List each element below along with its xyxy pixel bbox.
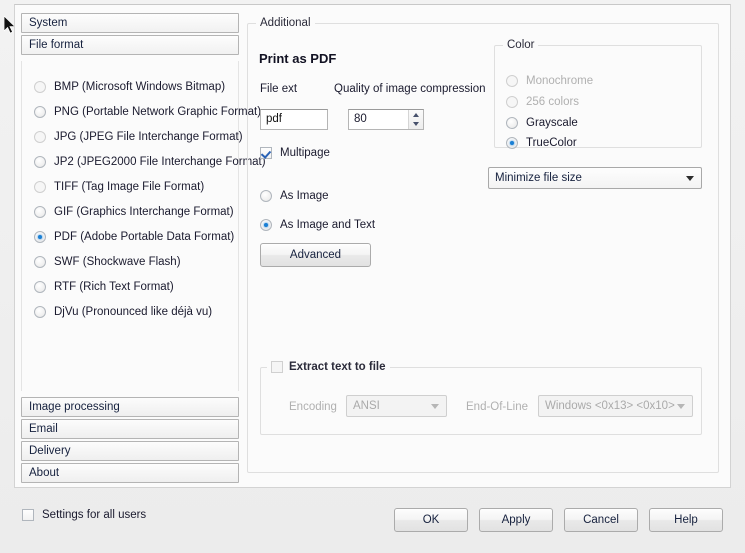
format-option-swf[interactable]: SWF (Shockwave Flash) [34,254,181,270]
format-option-rtf[interactable]: RTF (Rich Text Format) [34,279,174,295]
radio-icon[interactable] [34,81,46,93]
color-option-label: 256 colors [526,96,580,108]
format-label: PDF (Adobe Portable Data Format) [54,231,235,243]
radio-icon[interactable] [34,156,46,168]
format-option-bmp[interactable]: BMP (Microsoft Windows Bitmap) [34,79,225,95]
checkbox-icon[interactable] [260,147,272,159]
settings-for-all-users-checkbox[interactable]: Settings for all users [22,509,146,521]
additional-group-title: Additional [256,17,315,29]
format-label: TIFF (Tag Image File Format) [54,181,205,193]
radio-icon[interactable] [34,106,46,118]
radio-icon[interactable] [34,131,46,143]
advanced-button[interactable]: Advanced [260,243,371,267]
help-button[interactable]: Help [649,508,723,532]
chevron-down-icon [686,176,694,181]
sidebar: System File format BMP (Microsoft Window… [15,5,266,487]
file-size-mode-value: Minimize file size [495,172,582,184]
checkbox-icon[interactable] [22,509,34,521]
format-label: GIF (Graphics Interchange Format) [54,206,234,218]
color-option-label: TrueColor [526,137,577,149]
format-option-jp2[interactable]: JP2 (JPEG2000 File Interchange Format) [34,154,266,170]
extract-text-title[interactable]: Extract text to file [267,361,390,373]
color-option-monochrome[interactable]: Monochrome [506,73,593,89]
spinner-down-button[interactable] [409,120,423,130]
radio-icon[interactable] [34,181,46,193]
format-label: BMP (Microsoft Windows Bitmap) [54,81,226,93]
format-option-pdf[interactable]: PDF (Adobe Portable Data Format) [34,229,234,245]
color-option-label: Grayscale [526,117,578,129]
ok-button[interactable]: OK [394,508,468,532]
render-mode-as-image[interactable]: As Image [260,188,329,204]
quality-spinner-buttons[interactable] [408,110,423,129]
multipage-checkbox[interactable]: Multipage [260,145,330,161]
radio-icon[interactable] [260,219,272,231]
radio-icon[interactable] [506,75,518,87]
encoding-value: ANSI [353,400,380,412]
chevron-down-icon [431,404,439,409]
radio-icon[interactable] [34,206,46,218]
settings-for-all-users-label: Settings for all users [42,509,147,521]
quality-stepper[interactable]: 80 [348,109,424,130]
radio-icon[interactable] [260,190,272,202]
format-label: RTF (Rich Text Format) [54,281,174,293]
eol-dropdown[interactable]: Windows <0x13> <0x10> [538,395,693,417]
sidebar-tab-file-format[interactable]: File format [21,35,239,55]
sidebar-tab-about[interactable]: About [21,463,239,483]
settings-panel: System File format BMP (Microsoft Window… [14,4,731,488]
file-ext-input[interactable]: pdf [260,109,328,130]
format-option-tiff[interactable]: TIFF (Tag Image File Format) [34,179,204,195]
render-mode-as-image-and-text[interactable]: As Image and Text [260,217,375,233]
print-as-pdf-heading: Print as PDF [259,51,337,66]
quality-label: Quality of image compression [334,83,486,95]
radio-icon[interactable] [506,96,518,108]
eol-value: Windows <0x13> <0x10> [545,400,675,412]
format-option-png[interactable]: PNG (Portable Network Graphic Format) [34,104,261,120]
radio-icon[interactable] [506,117,518,129]
sidebar-tab-delivery[interactable]: Delivery [21,441,239,461]
encoding-label: Encoding [289,401,337,413]
color-option-label: Monochrome [526,75,594,87]
color-group-title: Color [503,39,539,51]
file-format-radio-list: BMP (Microsoft Windows Bitmap) PNG (Port… [21,61,266,391]
chevron-up-icon [413,112,419,117]
dialog-window: System File format BMP (Microsoft Window… [0,0,745,553]
extract-text-label: Extract text to file [289,361,386,373]
chevron-down-icon [413,122,419,127]
render-mode-label: As Image and Text [280,219,376,231]
radio-icon[interactable] [506,137,518,149]
format-label: DjVu (Pronounced like déjà vu) [54,306,213,318]
sidebar-tab-system[interactable]: System [21,13,239,33]
radio-icon[interactable] [34,281,46,293]
format-label: PNG (Portable Network Graphic Format) [54,106,262,118]
cancel-button[interactable]: Cancel [564,508,638,532]
chevron-down-icon [677,404,685,409]
color-option-256-colors[interactable]: 256 colors [506,94,579,110]
format-label: JPG (JPEG File Interchange Format) [54,131,243,143]
encoding-dropdown[interactable]: ANSI [346,395,447,417]
radio-icon[interactable] [34,256,46,268]
multipage-label: Multipage [280,147,330,159]
format-label: JP2 (JPEG2000 File Interchange Format) [54,156,266,168]
sidebar-tab-image-processing[interactable]: Image processing [21,397,239,417]
checkbox-icon[interactable] [271,361,283,373]
apply-button[interactable]: Apply [479,508,553,532]
format-label: SWF (Shockwave Flash) [54,256,181,268]
radio-icon[interactable] [34,231,46,243]
color-option-truecolor[interactable]: TrueColor [506,135,577,151]
render-mode-label: As Image [280,190,329,202]
format-option-djvu[interactable]: DjVu (Pronounced like déjà vu) [34,304,212,320]
format-option-gif[interactable]: GIF (Graphics Interchange Format) [34,204,234,220]
eol-label: End-Of-Line [466,401,529,413]
file-ext-label: File ext [260,83,298,95]
format-option-jpg[interactable]: JPG (JPEG File Interchange Format) [34,129,243,145]
file-size-mode-dropdown[interactable]: Minimize file size [488,167,702,189]
color-option-grayscale[interactable]: Grayscale [506,115,578,131]
spinner-up-button[interactable] [409,110,423,120]
radio-icon[interactable] [34,306,46,318]
sidebar-tab-email[interactable]: Email [21,419,239,439]
